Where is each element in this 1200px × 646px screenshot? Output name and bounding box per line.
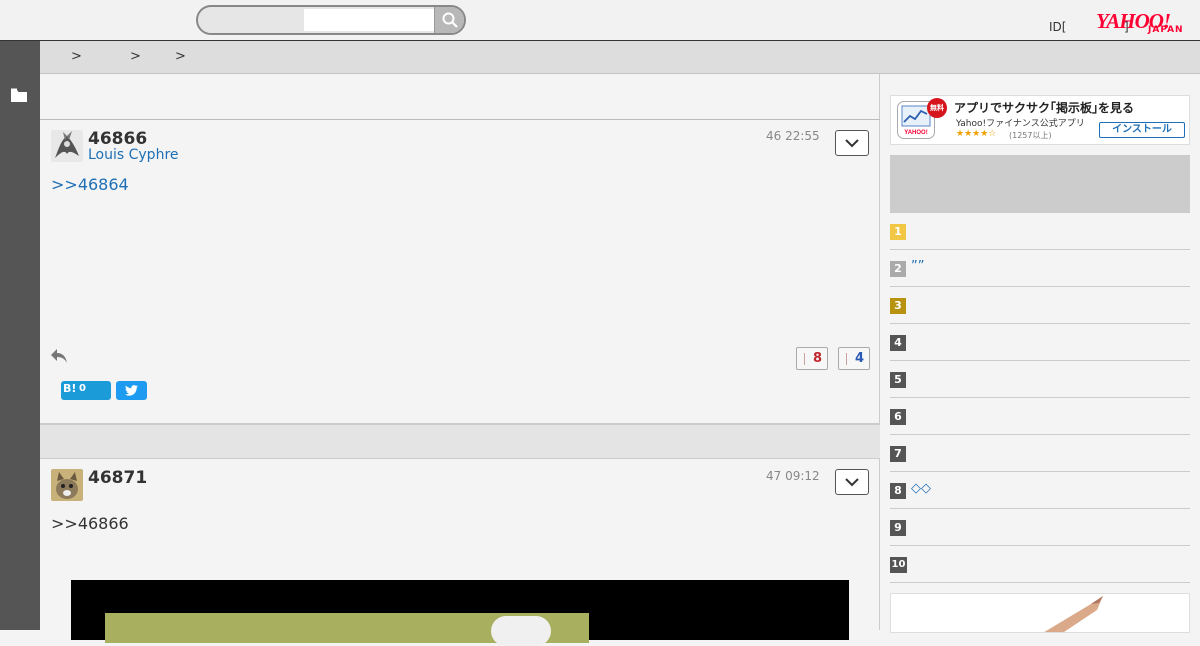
ranking-item[interactable]: 8 ◇◇ (890, 472, 1190, 509)
chevron-down-icon (845, 478, 859, 487)
post-menu-button[interactable] (835, 130, 869, 156)
post-author[interactable]: Louis Cyphre (88, 147, 179, 163)
search-icon (442, 12, 458, 28)
main-content: 46866 Louis Cyphre 46 22:55 >>46864 8 4 … (40, 74, 880, 646)
breadcrumb-separator: > (130, 49, 141, 64)
ad-image (1044, 596, 1103, 632)
dislike-button[interactable]: 4 (838, 347, 870, 370)
install-button[interactable]: インストール (1099, 122, 1185, 138)
rank-badge: 8 (890, 483, 906, 499)
free-badge: 無料 (927, 98, 947, 118)
rank-badge: 1 (890, 224, 906, 240)
header: ID[ ] YAHOO! JAPAN (0, 0, 1200, 41)
right-rail: YAHOO! 無料 アプリでサクサク｢掲示板｣を見る Yahoo!ファイナンス公… (880, 74, 1200, 633)
avatar[interactable] (51, 469, 83, 501)
twitter-share-button[interactable] (116, 381, 147, 400)
rank-badge: 2 (890, 261, 906, 277)
post-number[interactable]: 46866 (88, 129, 147, 149)
post-menu-button[interactable] (835, 469, 869, 495)
search-button[interactable] (434, 7, 464, 33)
post-separator-band (40, 423, 880, 459)
post-time: 47 09:12 (766, 469, 820, 483)
reply-icon[interactable] (50, 348, 68, 364)
ranking-header-block (890, 155, 1190, 213)
ranking-item[interactable]: 2 ”” (890, 250, 1190, 287)
folder-icon[interactable] (11, 88, 27, 102)
like-button[interactable]: 8 (796, 347, 828, 370)
hatena-count: 0 (79, 383, 86, 394)
ranking-item[interactable]: 5 (890, 361, 1190, 398)
breadcrumb-separator: > (71, 49, 82, 64)
rank-badge: 6 (890, 409, 906, 425)
chevron-down-icon (845, 139, 859, 148)
breadcrumb: > > > (40, 41, 1200, 74)
rank-badge: 5 (890, 372, 906, 388)
search-input[interactable] (304, 9, 434, 31)
rank-badge: 3 (890, 298, 906, 314)
post-time: 46 22:55 (766, 129, 820, 143)
rank-badge: 7 (890, 446, 906, 462)
app-banner-title: アプリでサクサク｢掲示板｣を見る (954, 101, 1135, 115)
search-box[interactable] (196, 5, 466, 35)
app-banner-subtitle: Yahoo!ファイナンス公式アプリ (956, 119, 1085, 129)
app-promo-banner[interactable]: YAHOO! 無料 アプリでサクサク｢掲示板｣を見る Yahoo!ファイナンス公… (890, 95, 1190, 145)
advertisement[interactable] (890, 593, 1190, 633)
left-sidebar (0, 41, 40, 630)
post-number[interactable]: 46871 (88, 468, 147, 488)
breadcrumb-separator: > (175, 49, 186, 64)
yahoo-logo[interactable]: YAHOO! JAPAN (1096, 9, 1188, 37)
ranking-item[interactable]: 1 (890, 213, 1190, 250)
logo-subtext: JAPAN (1148, 25, 1184, 35)
ranking-item[interactable]: 4 (890, 324, 1190, 361)
post: 46866 Louis Cyphre 46 22:55 >>46864 8 4 … (40, 121, 879, 424)
thread-header-band (40, 74, 880, 120)
rank-badge: 4 (890, 335, 906, 351)
ranking-item-label[interactable]: ”” (911, 259, 924, 274)
reply-reference: >>46866 (51, 514, 129, 533)
login-link[interactable]: ID[ (1049, 20, 1066, 34)
review-count: (1257以上) (1009, 131, 1052, 140)
hatena-bookmark-button[interactable]: B! 0 (61, 381, 111, 400)
ranking-item[interactable]: 9 (890, 509, 1190, 546)
ranking-item-label[interactable]: ◇◇ (911, 481, 931, 496)
twitter-icon (125, 385, 138, 396)
image-content (491, 616, 551, 646)
rating-stars: ★★★★☆ (956, 129, 997, 139)
post-image[interactable] (71, 580, 849, 646)
reply-reference-link[interactable]: >>46864 (51, 175, 129, 194)
avatar[interactable] (51, 130, 83, 162)
hatena-label: B! (63, 382, 77, 395)
rank-badge: 10 (890, 557, 907, 573)
ranking-item[interactable]: 3 (890, 287, 1190, 324)
ranking-item[interactable]: 6 (890, 398, 1190, 435)
svg-text:YAHOO!: YAHOO! (904, 130, 927, 136)
ranking-item[interactable]: 10 (890, 546, 1190, 583)
ranking-item[interactable]: 7 (890, 435, 1190, 472)
rank-badge: 9 (890, 520, 906, 536)
